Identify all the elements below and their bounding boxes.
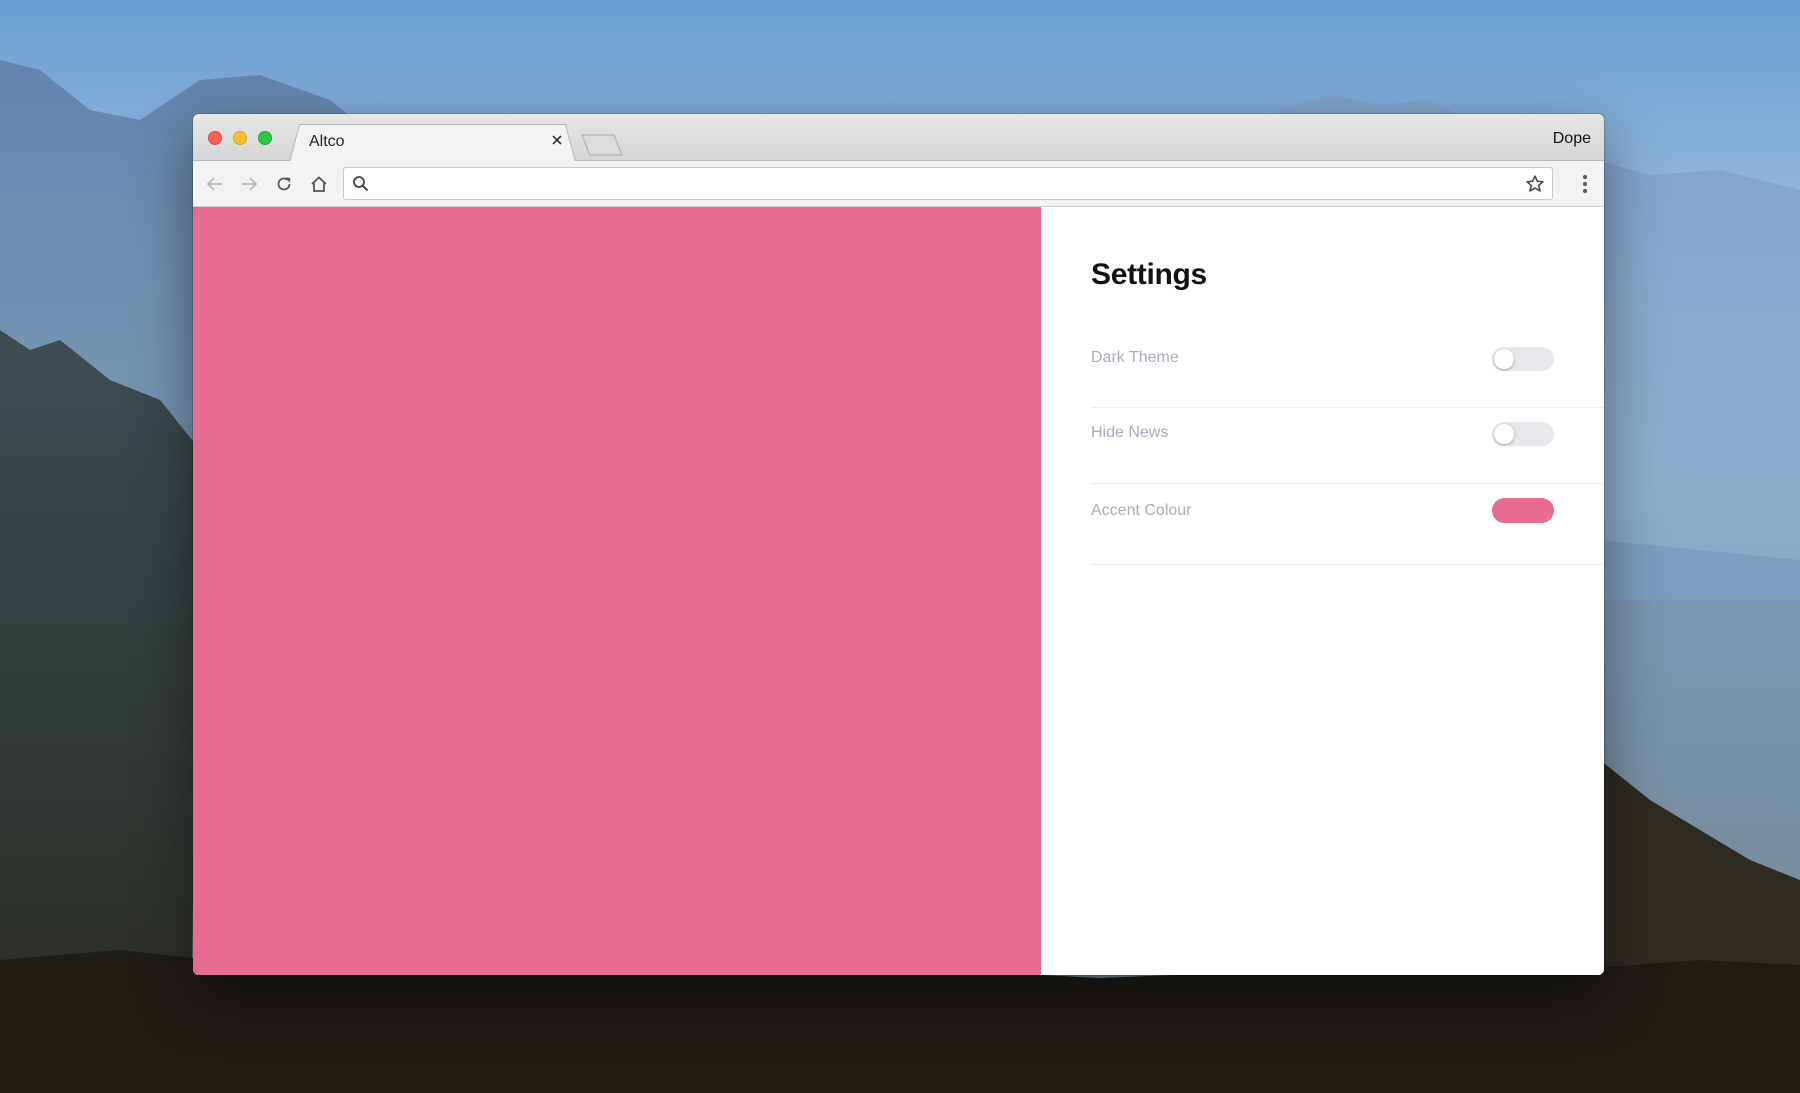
address-input[interactable]	[378, 168, 1508, 199]
forward-arrow-icon[interactable]	[237, 172, 261, 196]
accent-preview-panel	[193, 207, 1041, 975]
home-icon[interactable]	[307, 172, 331, 196]
tab-title: Altco	[309, 133, 345, 150]
tab-close-icon[interactable]	[547, 130, 567, 150]
setting-label: Hide News	[1091, 424, 1169, 441]
address-bar[interactable]	[343, 167, 1553, 200]
reload-icon[interactable]	[272, 172, 296, 196]
toggle-knob	[1494, 349, 1514, 369]
settings-title: Settings	[1091, 258, 1207, 291]
accent-colour-picker[interactable]	[1492, 498, 1554, 523]
setting-label: Dark Theme	[1091, 349, 1179, 366]
maximize-window-button[interactable]	[258, 131, 272, 145]
dark-theme-toggle[interactable]	[1492, 347, 1554, 371]
browser-window: Altco Dope Settings Dark Theme Hide News…	[193, 114, 1604, 975]
profile-name[interactable]: Dope	[1553, 130, 1591, 148]
hide-news-toggle[interactable]	[1492, 422, 1554, 446]
star-icon[interactable]	[1525, 174, 1545, 199]
minimize-window-button[interactable]	[233, 131, 247, 145]
title-bar: Altco Dope	[193, 114, 1604, 162]
kebab-menu-icon[interactable]	[1578, 172, 1592, 196]
setting-label: Accent Colour	[1091, 502, 1192, 519]
close-window-button[interactable]	[208, 131, 222, 145]
setting-row-hide-news: Hide News	[1091, 408, 1604, 484]
setting-row-dark-theme: Dark Theme	[1091, 333, 1604, 408]
toggle-knob	[1494, 424, 1514, 444]
back-arrow-icon[interactable]	[203, 172, 227, 196]
page-content: Settings Dark Theme Hide News Accent Col…	[193, 207, 1604, 975]
browser-toolbar	[193, 161, 1604, 207]
setting-row-accent-colour: Accent Colour	[1091, 484, 1604, 565]
new-tab-button[interactable]	[580, 134, 624, 156]
settings-panel: Settings Dark Theme Hide News Accent Col…	[1041, 207, 1604, 975]
search-icon	[352, 175, 370, 198]
